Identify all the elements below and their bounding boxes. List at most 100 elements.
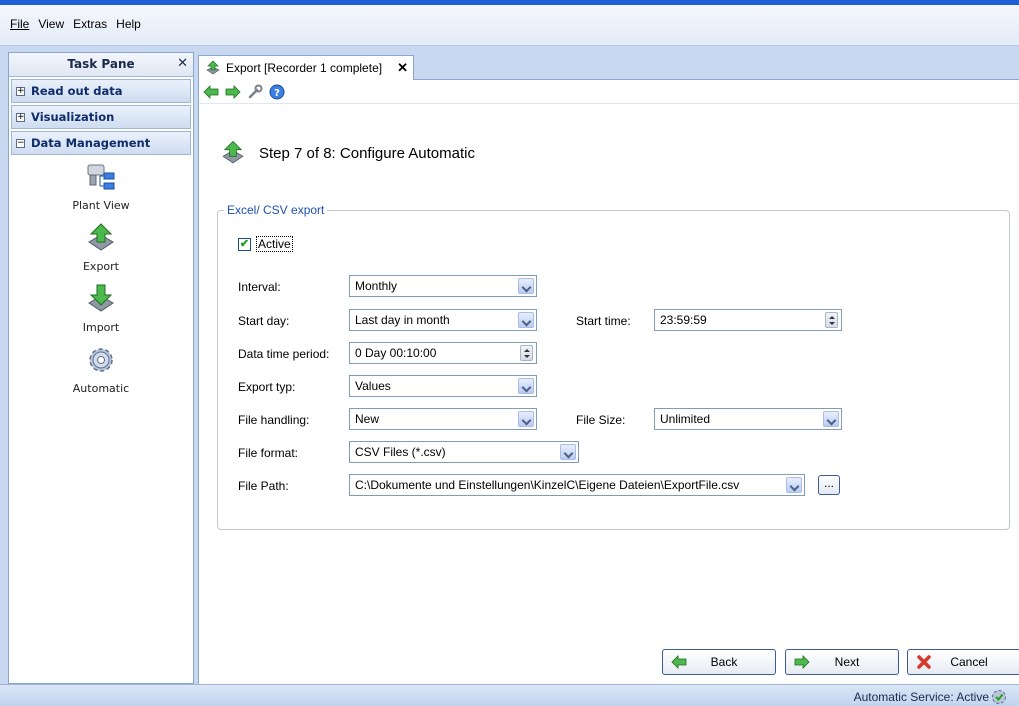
active-label[interactable]: Active — [256, 236, 293, 252]
excel-csv-export-group: Excel/ CSV export ✔ Active Interval: Sta… — [217, 203, 1010, 530]
data-time-period-spinner[interactable]: 0 Day 00:10:00 — [349, 342, 537, 364]
task-pane-header: Task Pane ✕ — [9, 53, 193, 77]
item-export[interactable]: Export — [83, 222, 119, 273]
task-pane-title: Task Pane — [67, 57, 135, 71]
next-label: Next — [834, 655, 860, 669]
export-icon — [206, 60, 220, 75]
menu-bar: File View Extras Help — [0, 0, 1019, 46]
service-active-icon — [992, 690, 1006, 704]
menu-help[interactable]: Help — [116, 17, 141, 31]
group-title: Excel/ CSV export — [224, 203, 328, 217]
file-size-value: Unlimited — [660, 412, 711, 426]
item-label: Import — [82, 321, 120, 334]
section-visualization[interactable]: + Visualization — [11, 105, 191, 129]
file-path-select[interactable]: C:\Dokumente und Einstellungen\KinzelC\E… — [349, 474, 805, 496]
export-typ-value: Values — [355, 379, 391, 393]
item-automatic[interactable]: Automatic — [73, 344, 129, 395]
expand-icon[interactable]: + — [16, 112, 25, 122]
cancel-button[interactable]: Cancel — [907, 649, 1019, 675]
export-typ-select[interactable]: Values — [349, 375, 537, 397]
start-day-select[interactable]: Last day in month — [349, 309, 537, 331]
section-label: Visualization — [31, 110, 115, 124]
collapse-icon[interactable]: − — [16, 138, 25, 148]
item-plant-view[interactable]: Plant View — [72, 161, 130, 212]
spinner-arrows-icon[interactable] — [825, 312, 838, 328]
cancel-x-icon — [917, 655, 931, 669]
chevron-down-icon[interactable] — [518, 411, 534, 427]
back-arrow-icon[interactable] — [203, 84, 219, 99]
interval-label: Interval: — [238, 280, 281, 294]
file-format-label: File format: — [238, 446, 299, 460]
menu-extras[interactable]: Extras — [73, 17, 107, 31]
tab-label: Export [Recorder 1 complete] — [226, 61, 383, 75]
tab-export[interactable]: Export [Recorder 1 complete] ✕ — [198, 55, 414, 80]
section-read-out-data[interactable]: + Read out data — [11, 79, 191, 103]
item-label: Plant View — [72, 199, 130, 212]
status-text: Automatic Service: Active — [853, 690, 989, 704]
expand-icon[interactable]: + — [16, 86, 25, 96]
next-button[interactable]: Next — [785, 649, 899, 675]
file-size-select[interactable]: Unlimited — [654, 408, 842, 430]
wrench-icon[interactable] — [247, 84, 263, 100]
back-arrow-icon — [671, 655, 687, 669]
data-management-items: Plant View Export Import Automatic — [9, 161, 193, 405]
start-time-value: 23:59:59 — [660, 313, 707, 327]
file-handling-select[interactable]: New — [349, 408, 537, 430]
chevron-down-icon[interactable] — [560, 444, 576, 460]
status-bar: Automatic Service: Active — [0, 684, 1019, 706]
menu-file[interactable]: File — [10, 17, 29, 31]
chevron-down-icon[interactable] — [823, 411, 839, 427]
file-format-value: CSV Files (*.csv) — [355, 445, 446, 459]
step-header: Step 7 of 8: Configure Automatic — [219, 138, 475, 168]
interval-value: Monthly — [355, 279, 398, 293]
export-icon — [222, 140, 244, 164]
svg-text:?: ? — [274, 88, 280, 99]
forward-arrow-icon — [794, 655, 810, 669]
start-day-label: Start day: — [238, 314, 290, 328]
back-label: Back — [710, 655, 738, 669]
start-time-label: Start time: — [576, 314, 631, 328]
file-path-label: File Path: — [238, 479, 289, 493]
forward-arrow-icon[interactable] — [225, 84, 241, 99]
close-icon[interactable]: ✕ — [397, 60, 408, 76]
back-button[interactable]: Back — [662, 649, 776, 675]
help-icon[interactable]: ? — [269, 84, 285, 100]
interval-select[interactable]: Monthly — [349, 275, 537, 297]
file-format-select[interactable]: CSV Files (*.csv) — [349, 441, 579, 463]
start-day-value: Last day in month — [355, 313, 450, 327]
data-time-period-label: Data time period: — [238, 347, 330, 361]
export-typ-label: Export typ: — [238, 380, 296, 394]
section-data-management[interactable]: − Data Management — [11, 131, 191, 155]
tab-strip: Export [Recorder 1 complete] ✕ — [198, 52, 1019, 80]
file-handling-label: File handling: — [238, 413, 310, 427]
item-label: Export — [82, 260, 119, 273]
plant-view-icon — [87, 164, 115, 190]
import-icon — [88, 284, 114, 312]
file-handling-value: New — [355, 412, 380, 426]
spinner-arrows-icon[interactable] — [520, 345, 533, 361]
cancel-label: Cancel — [950, 655, 988, 669]
export-icon — [88, 223, 114, 251]
start-time-spinner[interactable]: 23:59:59 — [654, 309, 842, 331]
service-status: Automatic Service: Active — [854, 689, 1007, 705]
file-path-value: C:\Dokumente und Einstellungen\KinzelC\E… — [355, 478, 740, 492]
wizard-content: ? Step 7 of 8: Configure Automatic Excel… — [198, 80, 1019, 684]
chevron-down-icon[interactable] — [518, 312, 534, 328]
task-pane: Task Pane ✕ + Read out data + Visualizat… — [8, 52, 194, 684]
chevron-down-icon[interactable] — [518, 278, 534, 294]
gear-icon — [89, 348, 113, 372]
section-label: Read out data — [31, 84, 123, 98]
step-title: Step 7 of 8: Configure Automatic — [259, 144, 475, 162]
chevron-down-icon[interactable] — [786, 477, 802, 493]
toolbar: ? — [199, 80, 1019, 104]
chevron-down-icon[interactable] — [518, 378, 534, 394]
item-import[interactable]: Import — [82, 283, 120, 334]
close-icon[interactable]: ✕ — [177, 53, 188, 75]
menu-view[interactable]: View — [38, 17, 64, 31]
item-label: Automatic — [72, 382, 130, 395]
active-checkbox[interactable]: ✔ — [238, 237, 251, 251]
data-time-period-value: 0 Day 00:10:00 — [355, 346, 437, 360]
active-checkbox-row[interactable]: ✔ Active — [238, 236, 293, 252]
file-size-label: File Size: — [576, 413, 626, 427]
browse-button[interactable]: ... — [818, 475, 840, 495]
